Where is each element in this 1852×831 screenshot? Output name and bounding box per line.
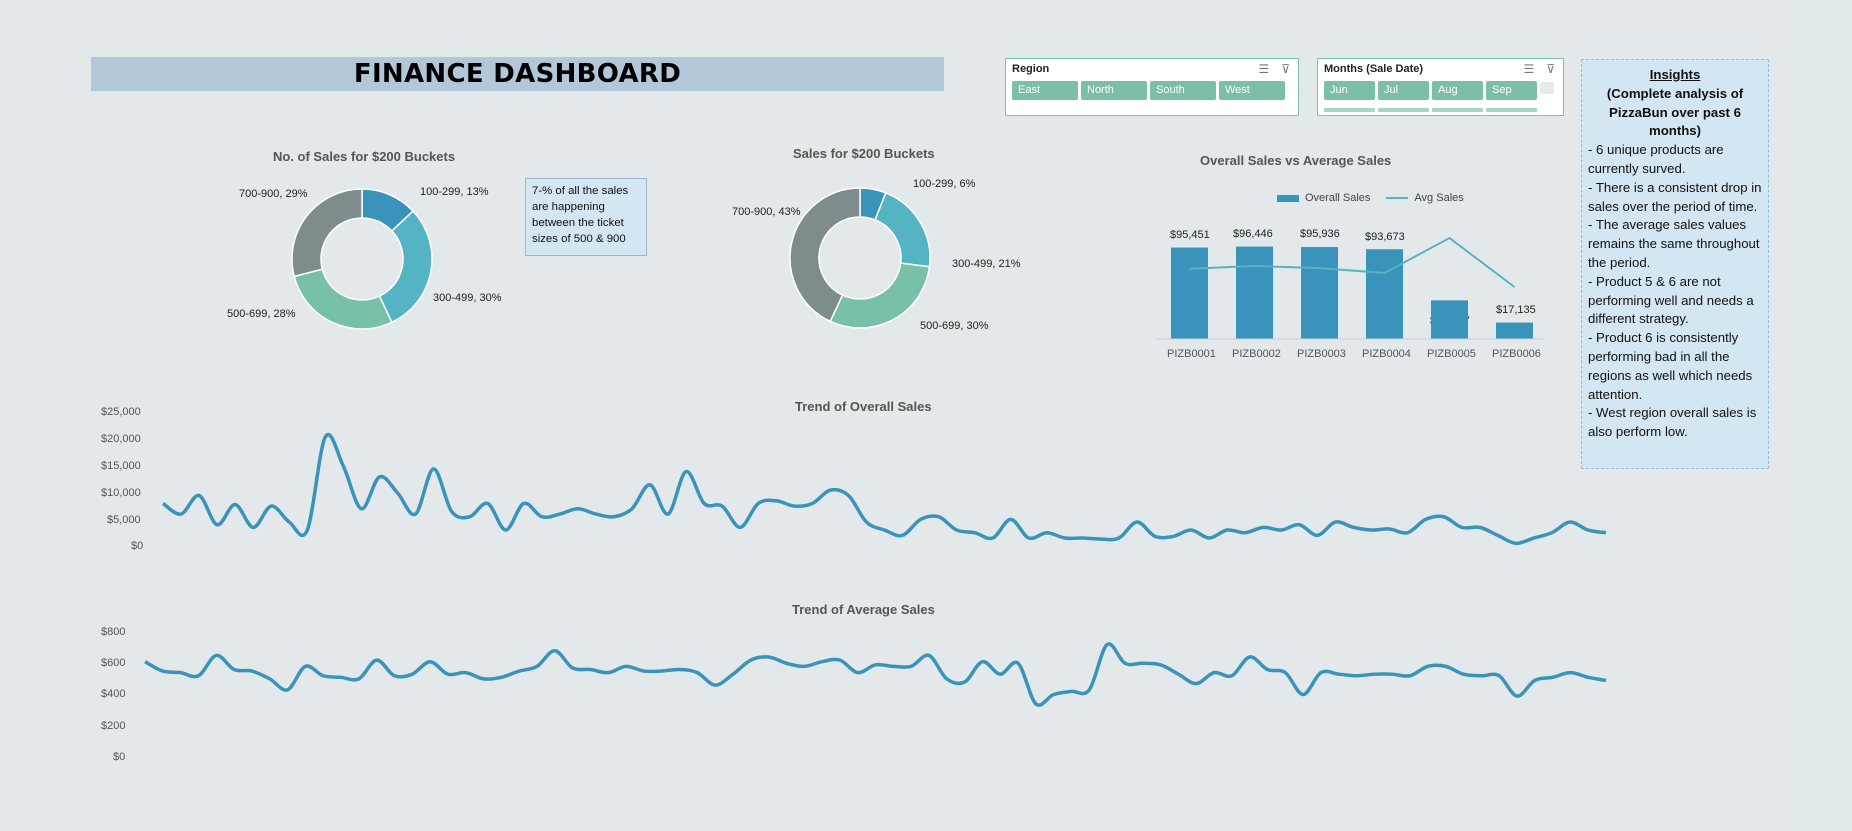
y-tick-label: $600 [101,657,126,669]
insights-subtitle: (Complete analysis of PizzaBun over past… [1606,85,1744,139]
window-edge [1800,0,1852,831]
dashboard-title-bar: FINANCE DASHBOARD [91,57,944,91]
donut1-label: 100-299, 13% [420,186,489,198]
legend-bar-swatch [1277,194,1299,202]
bar-category-label: PIZB0002 [1232,348,1281,360]
bar-value-label: $40,327 [1430,315,1470,327]
donut2-slice-500-699 [829,262,931,329]
months-slicer-header: Months (Sale Date) ☰ ⊽ [1318,59,1563,79]
multi-select-icon[interactable]: ☰ [1258,62,1269,76]
donut2-label: 500-699, 30% [920,320,989,332]
bar-category-label: PIZB0001 [1167,348,1216,360]
month-chip-jul[interactable]: Jul [1378,81,1429,100]
region-slicer[interactable]: Region ☰ ⊽ East North South West [1005,58,1299,116]
bar-value-label: $96,446 [1233,228,1273,240]
y-tick-label: $0 [131,540,144,552]
bar-legend: Overall Sales Avg Sales [1277,192,1464,204]
bar-overall-sales [1496,322,1533,339]
month-chip-sep[interactable]: Sep [1486,81,1537,100]
avg-sales-line [1189,236,1516,288]
donut1-label: 300-499, 30% [433,292,502,304]
legend-avg-sales: Avg Sales [1414,192,1464,204]
region-chip-east[interactable]: East [1012,81,1078,100]
trend-overall-sales-line [161,432,1607,546]
donut1-slice-300-499 [378,210,433,324]
insight-point: - West region overall sales is also perf… [1588,405,1757,440]
bar-category-label: PIZB0005 [1427,348,1476,360]
bar-value-label: $17,135 [1496,304,1536,316]
y-tick-label: $200 [101,720,126,732]
trend-overall-title: Trend of Overall Sales [795,399,932,414]
y-tick-label: $20,000 [101,433,141,445]
bucket-note: 7-% of all the sales are happening betwe… [525,178,647,256]
bar-value-label: $95,451 [1170,229,1210,241]
donut1-slice-500-699 [293,268,393,330]
clear-filter-icon[interactable]: ⊽ [1546,62,1555,76]
bar-overall-sales [1236,246,1273,339]
insight-point: - There is a consistent drop in sales ov… [1588,179,1762,214]
bar-chart-title: Overall Sales vs Average Sales [1200,153,1392,168]
insight-point: - 6 unique products are currently surved… [1588,142,1724,176]
y-tick-label: $0 [113,751,126,763]
clear-filter-icon[interactable]: ⊽ [1281,62,1290,76]
bar-category-label: PIZB0004 [1362,348,1411,360]
charts-canvas [144,187,1607,707]
bar-category-label: PIZB0006 [1492,348,1541,360]
donut1-title: No. of Sales for $200 Buckets [273,149,456,164]
donut2-label: 300-499, 21% [952,258,1021,270]
month-chip-row-2[interactable] [1324,108,1537,112]
legend-line-swatch [1386,197,1409,199]
region-chip-south[interactable]: South [1150,81,1216,100]
month-chip-jun[interactable]: Jun [1324,81,1375,100]
y-tick-label: $400 [101,688,126,700]
region-slicer-header: Region ☰ ⊽ [1006,59,1298,79]
donut2-slice-100-299 [859,187,887,221]
trend-average-sales-line [144,642,1607,707]
donut2-title: Sales for $200 Buckets [793,146,935,161]
insight-point: - Product 6 is consistently performing b… [1588,330,1753,402]
donut1-label: 500-699, 28% [227,308,296,320]
y-tick-label: $15,000 [101,460,141,472]
insight-point: - Product 5 & 6 are not performing well … [1588,273,1754,327]
slicer-scrollbar[interactable] [1540,82,1554,94]
y-tick-label: $25,000 [101,406,141,418]
bar-overall-sales [1301,247,1338,339]
y-tick-label: $800 [101,626,126,638]
bar-value-label: $93,673 [1365,231,1405,243]
donut2-label: 100-299, 6% [913,178,976,190]
bar-overall-sales [1171,247,1208,339]
months-slicer-title: Months (Sale Date) [1324,63,1424,75]
insights-title: Insights [1649,67,1701,82]
dashboard-title: FINANCE DASHBOARD [353,59,682,89]
donut2-slice-300-499 [874,191,931,268]
multi-select-icon[interactable]: ☰ [1523,62,1534,76]
y-tick-label: $10,000 [101,487,141,499]
region-chip-west[interactable]: West [1219,81,1285,100]
region-slicer-title: Region [1012,63,1050,75]
donut1-label: 700-900, 29% [239,188,308,200]
donut1-slice-700-900 [291,188,363,278]
month-chip-aug[interactable]: Aug [1432,81,1483,100]
donut2-label: 700-900, 43% [732,206,801,218]
insights-panel: Insights (Complete analysis of PizzaBun … [1581,59,1769,469]
bar-overall-sales [1366,249,1403,339]
bar-value-label: $95,936 [1300,228,1340,240]
insight-point: - The average sales values remains the s… [1588,217,1760,270]
bar-category-label: PIZB0003 [1297,348,1346,360]
y-tick-label: $5,000 [107,514,141,526]
legend-overall-sales: Overall Sales [1305,192,1371,204]
trend-average-title: Trend of Average Sales [792,602,935,617]
region-chip-north[interactable]: North [1081,81,1147,100]
donut1-slice-100-299 [361,188,415,232]
months-slicer[interactable]: Months (Sale Date) ☰ ⊽ Jun Jul Aug Sep [1317,58,1564,116]
